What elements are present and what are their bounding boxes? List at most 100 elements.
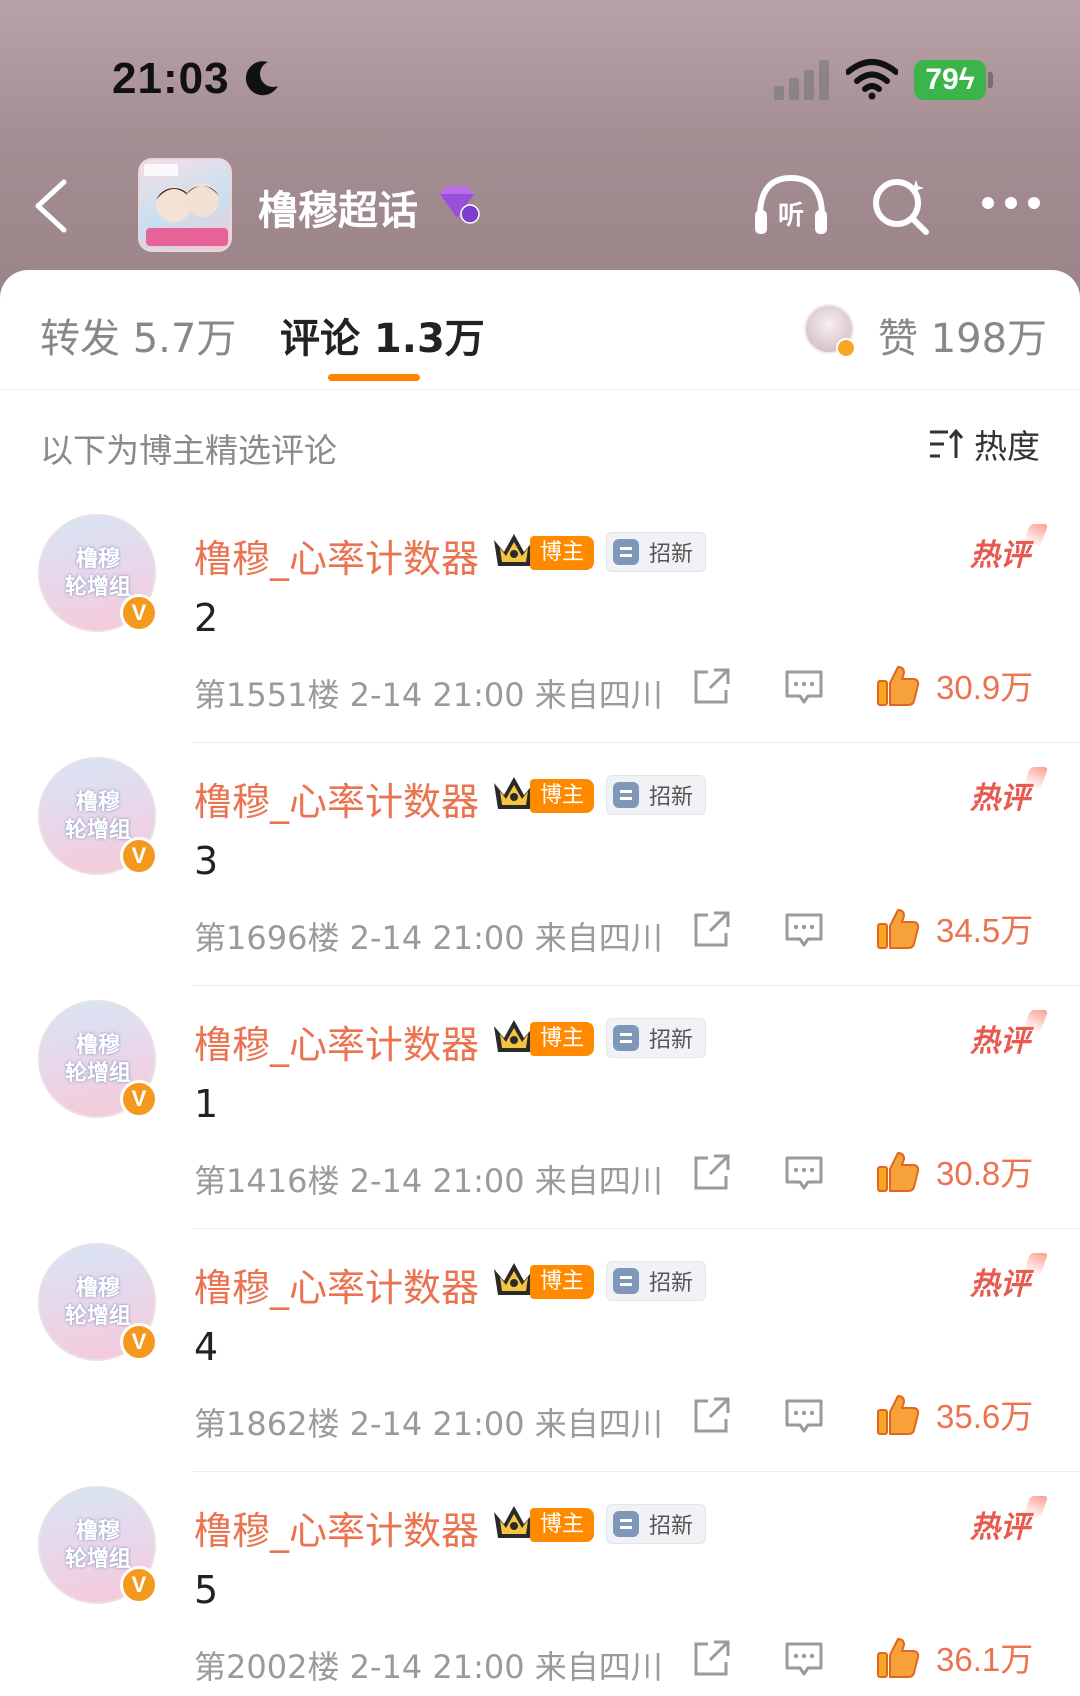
filter-label: 以下为博主精选评论 (40, 431, 337, 470)
hot-comment-tag: 热评 (970, 1502, 1030, 1546)
tab-bar: 转发 5.7万 评论 1.3万 赞 198万 (0, 270, 1080, 390)
tab-repost[interactable]: 转发 5.7万 (40, 306, 236, 364)
thumbs-up-icon (877, 666, 920, 706)
status-bar: 21:03 79ϟ (0, 0, 1080, 160)
reply-icon[interactable] (784, 1640, 824, 1678)
avatar-text: 橹穆 轮增组 (64, 1276, 131, 1329)
recruit-label: 招新 (649, 1028, 694, 1053)
search-icon[interactable] (870, 174, 932, 236)
like-button[interactable]: 36.1万 (876, 1632, 1033, 1682)
avatar-text: 橹穆 轮增组 (64, 1033, 131, 1086)
thumbs-up-icon (877, 909, 920, 949)
verified-icon: V (120, 594, 158, 632)
filter-row: 以下为博主精选评论 热度 (0, 390, 1080, 500)
recruit-badge[interactable]: 招新 (606, 1018, 707, 1058)
recruit-label: 招新 (649, 785, 694, 810)
sort-label: 热度 (974, 427, 1040, 466)
verified-icon: V (120, 1080, 158, 1118)
nav-bar: 橹穆超话 听 (0, 150, 1080, 260)
share-icon[interactable] (692, 666, 732, 706)
recruit-icon (613, 1268, 639, 1294)
reply-icon[interactable] (784, 668, 824, 706)
hot-comment-tag: 热评 (970, 1259, 1030, 1303)
avatar-text: 橹穆 轮增组 (64, 790, 131, 843)
like-button[interactable]: 34.5万 (876, 903, 1033, 953)
battery-indicator: 79ϟ (914, 60, 986, 100)
share-icon[interactable] (692, 909, 732, 949)
hot-comment-tag: 热评 (970, 773, 1030, 817)
thumbs-up-icon (877, 1395, 920, 1435)
tab-active-indicator (328, 374, 420, 381)
comment-list: 橹穆 轮增组 V 橹穆_心率计数器 博主 招新 热评 2 第1551楼 2-14… (0, 500, 1080, 1696)
reply-icon[interactable] (784, 911, 824, 949)
tab-likes[interactable]: 赞 198万 (878, 306, 1047, 364)
recruit-badge[interactable]: 招新 (606, 532, 707, 572)
avatar-text: 橹穆 轮增组 (64, 547, 131, 600)
recruit-label: 招新 (649, 1271, 694, 1296)
hot-comment-tag: 热评 (970, 1016, 1030, 1060)
svg-text:听: 听 (778, 201, 804, 231)
like-button[interactable]: 30.9万 (876, 660, 1033, 710)
signal-icon (774, 60, 829, 100)
comment-item: 橹穆 轮增组 V 橹穆_心率计数器 博主 招新 热评 3 第1696楼 2-14… (0, 743, 1080, 986)
status-time: 21:03 (112, 54, 230, 103)
owner-badge: 博主 (530, 779, 595, 813)
topic-avatar-image (144, 164, 228, 246)
commenter-name[interactable]: 橹穆_心率计数器 (194, 528, 479, 583)
owner-badge: 博主 (530, 536, 595, 570)
owner-badge: 博主 (530, 1265, 595, 1299)
sort-button[interactable]: 热度 (928, 422, 1040, 466)
commenter-name[interactable]: 橹穆_心率计数器 (194, 1257, 479, 1312)
share-icon[interactable] (692, 1638, 732, 1678)
recruit-badge[interactable]: 招新 (606, 775, 707, 815)
commenter-name[interactable]: 橹穆_心率计数器 (194, 1500, 479, 1555)
charging-icon: ϟ (958, 63, 975, 96)
verified-icon: V (120, 1323, 158, 1361)
back-icon[interactable] (28, 176, 78, 236)
like-button[interactable]: 30.8万 (876, 1146, 1033, 1196)
comment-item: 橹穆 轮增组 V 橹穆_心率计数器 博主 招新 热评 1 第1416楼 2-14… (0, 986, 1080, 1229)
comment-meta: 第1551楼 2-14 21:00 来自四川 (194, 676, 663, 714)
comments-card: 转发 5.7万 评论 1.3万 赞 198万 以下为博主精选评论 热度 橹穆 轮… (0, 270, 1080, 1696)
recruit-label: 招新 (649, 1514, 694, 1539)
recruit-icon (613, 782, 639, 808)
thumbs-up-icon (877, 1638, 920, 1678)
recruit-label: 招新 (649, 542, 694, 567)
like-count: 30.8万 (936, 1155, 1034, 1192)
comment-meta: 第1696楼 2-14 21:00 来自四川 (194, 919, 663, 957)
moon-icon (245, 61, 278, 96)
header: 21:03 79ϟ 橹穆超话 听 (0, 0, 1080, 300)
comment-item: 橹穆 轮增组 V 橹穆_心率计数器 博主 招新 热评 4 第1862楼 2-14… (0, 1229, 1080, 1472)
like-count: 35.6万 (936, 1398, 1034, 1435)
recruit-icon (613, 539, 639, 565)
avatar-text: 橹穆 轮增组 (64, 1519, 131, 1572)
comment-text: 5 (194, 1568, 219, 1612)
topic-title[interactable]: 橹穆超话 (258, 178, 418, 236)
recruit-badge[interactable]: 招新 (606, 1504, 707, 1544)
comment-item: 橹穆 轮增组 V 橹穆_心率计数器 博主 招新 热评 2 第1551楼 2-14… (0, 500, 1080, 743)
comment-meta: 第1416楼 2-14 21:00 来自四川 (194, 1162, 663, 1200)
share-icon[interactable] (692, 1395, 732, 1435)
tab-comment[interactable]: 评论 1.3万 (280, 306, 485, 364)
reply-icon[interactable] (784, 1397, 824, 1435)
verified-icon: V (120, 1566, 158, 1604)
like-button[interactable]: 35.6万 (876, 1389, 1033, 1439)
battery-tip (988, 72, 993, 88)
like-count: 36.1万 (936, 1641, 1034, 1678)
comment-item: 橹穆 轮增组 V 橹穆_心率计数器 博主 招新 热评 5 第2002楼 2-14… (0, 1472, 1080, 1696)
listen-icon[interactable]: 听 (752, 172, 830, 238)
more-icon[interactable] (980, 188, 1042, 218)
comment-text: 1 (194, 1082, 219, 1126)
like-count: 34.5万 (936, 912, 1034, 949)
commenter-name[interactable]: 橹穆_心率计数器 (194, 771, 479, 826)
comment-text: 4 (194, 1325, 219, 1369)
owner-badge: 博主 (530, 1022, 595, 1056)
reply-icon[interactable] (784, 1154, 824, 1192)
share-icon[interactable] (692, 1152, 732, 1192)
thumbs-up-icon (877, 1152, 920, 1192)
commenter-name[interactable]: 橹穆_心率计数器 (194, 1014, 479, 1069)
comment-meta: 第1862楼 2-14 21:00 来自四川 (194, 1405, 663, 1443)
topic-avatar[interactable] (138, 158, 232, 252)
recruit-badge[interactable]: 招新 (606, 1261, 707, 1301)
recruit-icon (613, 1025, 639, 1051)
